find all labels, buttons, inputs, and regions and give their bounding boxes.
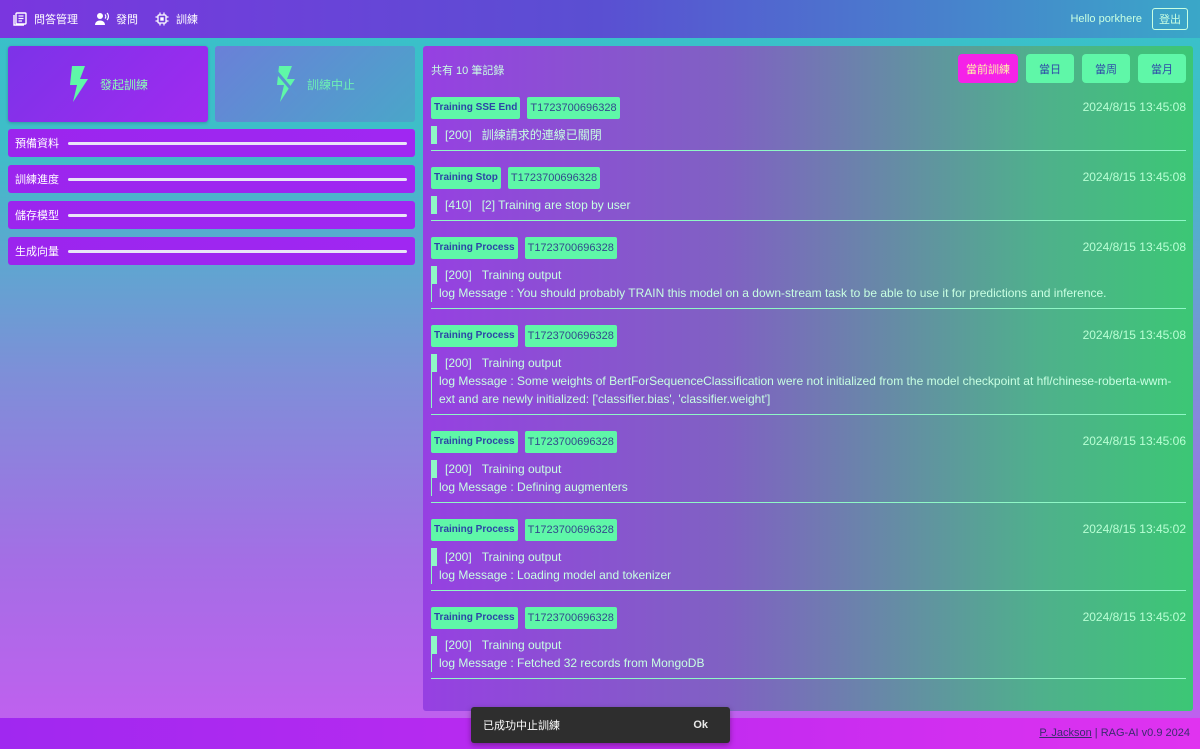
start-training-button[interactable]: 發起訓練 <box>8 46 208 122</box>
log-id-badge: T1723700696328 <box>524 431 617 453</box>
log-list: Training SSE End T1723700696328 2024/8/1… <box>423 96 1193 694</box>
step-progress-bar <box>68 142 407 145</box>
filter-today[interactable]: 當日 <box>1026 54 1074 83</box>
record-count: 共有 10 筆記錄 <box>431 65 505 77</box>
log-timestamp: 2024/8/15 13:45:08 <box>1082 170 1186 184</box>
step-label: 生成向量 <box>15 246 59 258</box>
log-message: log Message : Some weights of BertForSeq… <box>439 374 1172 406</box>
log-message: log Message : You should probably TRAIN … <box>439 286 1107 300</box>
stop-training-label: 訓練中止 <box>306 77 355 92</box>
step-generate-vectors: 生成向量 <box>8 237 415 265</box>
step-label: 儲存模型 <box>15 210 59 222</box>
step-progress-bar <box>68 178 407 181</box>
step-progress-bar <box>68 214 407 217</box>
filter-current-training[interactable]: 當前訓練 <box>958 54 1018 83</box>
log-entry: Training Process T1723700696328 2024/8/1… <box>430 236 1186 309</box>
log-timestamp: 2024/8/15 13:45:08 <box>1082 100 1186 114</box>
log-type-badge: Training Process <box>431 607 518 629</box>
log-type-badge: Training Process <box>431 431 518 453</box>
log-type-badge: Training Stop <box>431 167 501 189</box>
nav-ask[interactable]: 發問 <box>94 11 138 27</box>
log-status-code: [200] <box>445 638 472 652</box>
user-greeting: Hello porkhere <box>1070 13 1142 25</box>
main-nav: 問答管理 發問 訓練 <box>12 11 198 27</box>
user-area: Hello porkhere 登出 <box>1070 8 1188 30</box>
log-entry: Training SSE End T1723700696328 2024/8/1… <box>430 96 1186 151</box>
log-entry: Training Process T1723700696328 2024/8/1… <box>430 606 1186 679</box>
nav-qa-manage-label: 問答管理 <box>34 14 78 26</box>
filter-month[interactable]: 當月 <box>1138 54 1186 83</box>
log-title: Training output <box>481 356 562 370</box>
log-timestamp: 2024/8/15 13:45:08 <box>1082 328 1186 342</box>
log-status-code: [410] <box>445 198 472 212</box>
log-timestamp: 2024/8/15 13:45:02 <box>1082 522 1186 536</box>
step-prepare-data: 預備資料 <box>8 129 415 157</box>
copyright: P. Jackson | RAG-AI v0.9 2024 <box>1039 727 1190 739</box>
log-entry: Training Process T1723700696328 2024/8/1… <box>430 430 1186 503</box>
top-bar: 問答管理 發問 訓練 Hello porkhere 登出 <box>0 0 1200 38</box>
step-label: 預備資料 <box>15 138 59 150</box>
log-title: Training output <box>481 550 562 564</box>
log-type-badge: Training Process <box>431 519 518 541</box>
author-link[interactable]: P. Jackson <box>1039 727 1091 739</box>
period-filters: 當前訓練 當日 當周 當月 <box>958 54 1186 83</box>
filter-week[interactable]: 當周 <box>1082 54 1130 83</box>
log-timestamp: 2024/8/15 13:45:02 <box>1082 610 1186 624</box>
lightning-icon <box>69 66 88 102</box>
log-message: log Message : Loading model and tokenize… <box>439 568 672 582</box>
book-list-icon <box>13 12 27 26</box>
person-voice-icon <box>95 12 109 25</box>
nav-qa-manage[interactable]: 問答管理 <box>12 11 78 27</box>
log-status-code: [200] <box>445 356 472 370</box>
log-entry: Training Process T1723700696328 2024/8/1… <box>430 518 1186 591</box>
step-label: 訓練進度 <box>15 174 59 186</box>
stop-training-button[interactable]: 訓練中止 <box>215 46 415 122</box>
start-training-label: 發起訓練 <box>99 77 148 92</box>
version-text: | RAG-AI v0.9 2024 <box>1091 727 1190 739</box>
records-header: 共有 10 筆記錄 當前訓練 當日 當周 當月 <box>423 46 1193 94</box>
log-id-badge: T1723700696328 <box>524 607 617 629</box>
log-id-badge: T1723700696328 <box>527 97 620 119</box>
log-timestamp: 2024/8/15 13:45:06 <box>1082 434 1186 448</box>
log-id-badge: T1723700696328 <box>524 519 617 541</box>
log-title: Training output <box>481 462 562 476</box>
log-message: log Message : Defining augmenters <box>439 480 628 494</box>
step-progress-bar <box>68 250 407 253</box>
log-title: [2] Training are stop by user <box>481 198 631 212</box>
step-save-model: 儲存模型 <box>8 201 415 229</box>
log-id-badge: T1723700696328 <box>524 325 617 347</box>
log-status-code: [200] <box>445 462 472 476</box>
log-status-code: [200] <box>445 128 472 142</box>
toast-message: 已成功中止訓練 <box>483 720 560 732</box>
toast-ok-button[interactable]: Ok <box>693 719 708 731</box>
lightning-off-icon <box>274 66 297 102</box>
snackbar-toast: 已成功中止訓練 Ok <box>471 707 730 743</box>
log-status-code: [200] <box>445 550 472 564</box>
log-status-code: [200] <box>445 268 472 282</box>
log-title: Training output <box>481 268 562 282</box>
log-entry: Training Process T1723700696328 2024/8/1… <box>430 324 1186 415</box>
log-message: log Message : Fetched 32 records from Mo… <box>439 656 705 670</box>
log-id-badge: T1723700696328 <box>524 237 617 259</box>
nav-train-label: 訓練 <box>176 14 198 26</box>
log-type-badge: Training SSE End <box>431 97 521 119</box>
log-title: 訓練請求的連線已關閉 <box>481 128 602 142</box>
chip-icon <box>155 12 169 26</box>
log-title: Training output <box>481 638 562 652</box>
log-entry: Training Stop T1723700696328 2024/8/15 1… <box>430 166 1186 221</box>
log-type-badge: Training Process <box>431 237 518 259</box>
nav-train[interactable]: 訓練 <box>154 11 198 27</box>
logout-button[interactable]: 登出 <box>1152 8 1188 30</box>
records-panel: 共有 10 筆記錄 當前訓練 當日 當周 當月 Training SSE End… <box>423 46 1193 711</box>
log-type-badge: Training Process <box>431 325 518 347</box>
log-timestamp: 2024/8/15 13:45:08 <box>1082 240 1186 254</box>
log-id-badge: T1723700696328 <box>507 167 601 189</box>
nav-ask-label: 發問 <box>116 14 138 26</box>
step-training-progress: 訓練進度 <box>8 165 415 193</box>
